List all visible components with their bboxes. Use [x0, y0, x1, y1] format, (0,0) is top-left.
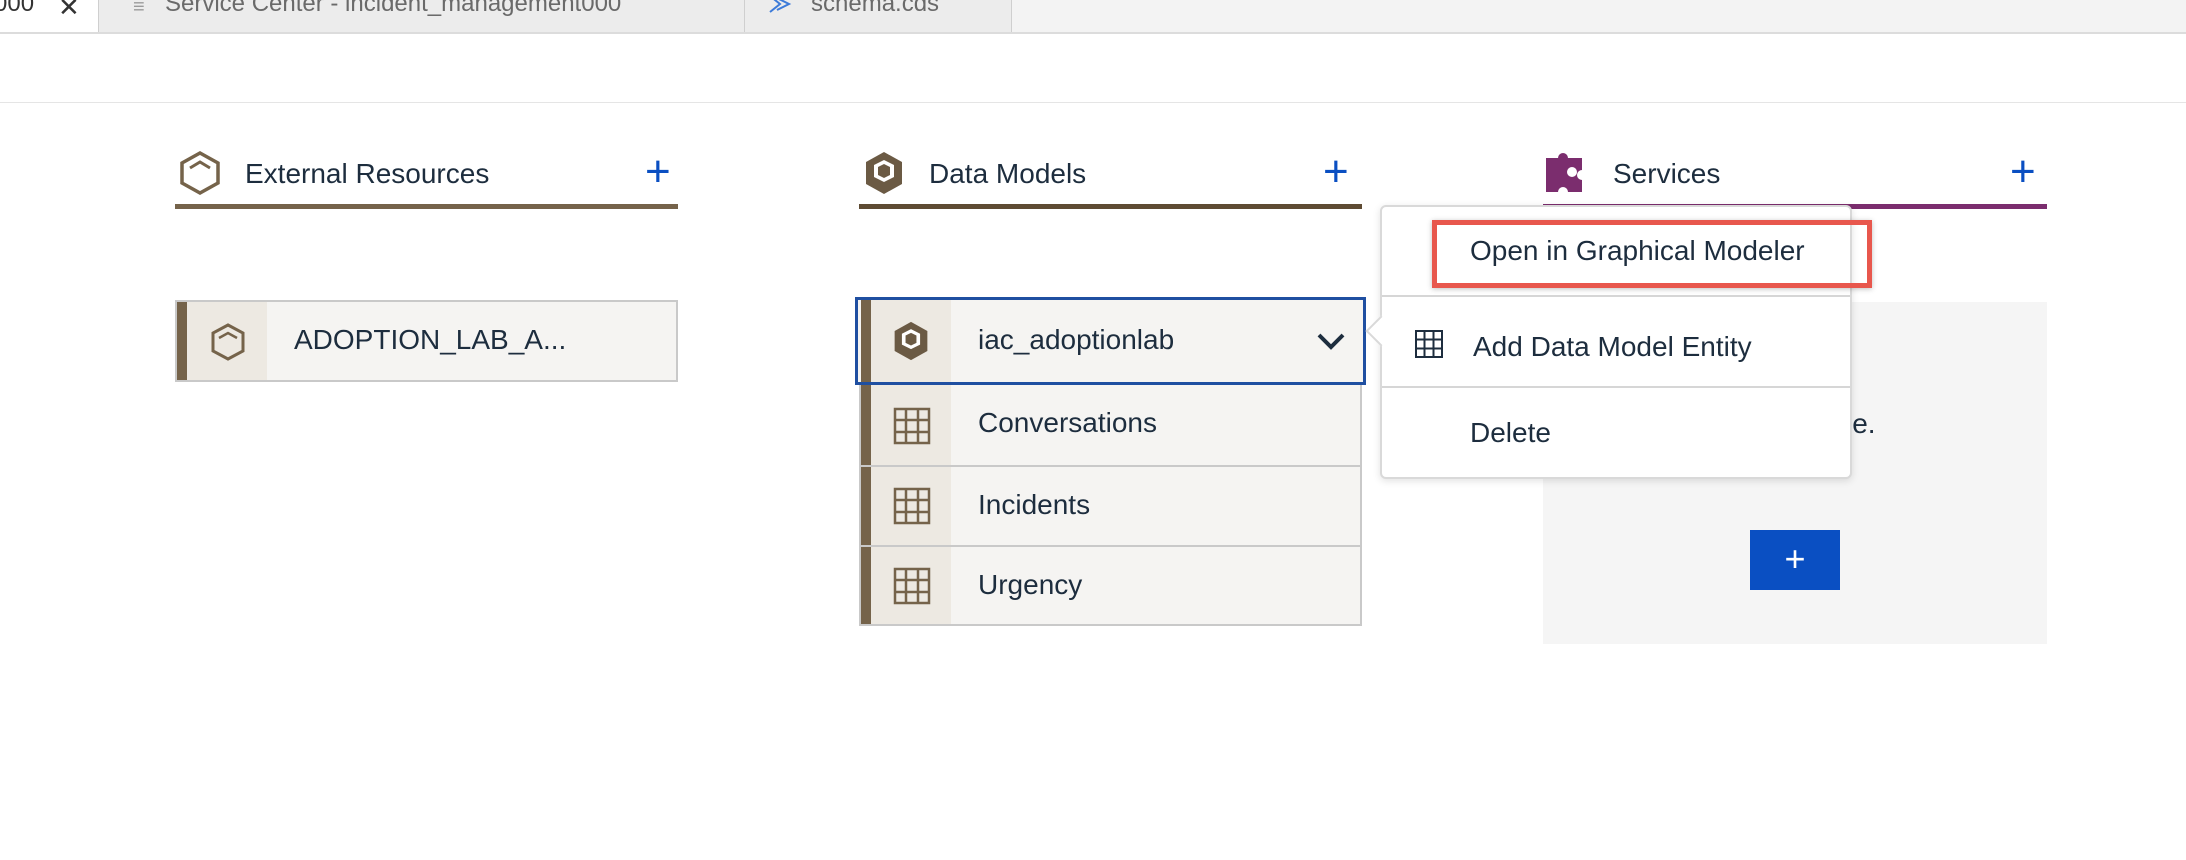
file-icon: ≡	[133, 0, 145, 18]
entity-tile[interactable]: Urgency	[859, 545, 1362, 626]
column-underline	[175, 204, 678, 209]
create-service-button[interactable]: +	[1750, 530, 1840, 590]
table-grid-icon	[893, 407, 931, 445]
data-model-name: iac_adoptionlab	[978, 324, 1175, 355]
add-service-button[interactable]: +	[2010, 150, 2036, 194]
entity-label: Conversations	[978, 407, 1157, 438]
puzzle-icon	[1546, 153, 1582, 192]
tile-accent-bar	[861, 547, 871, 624]
hexagon-outline-icon	[180, 150, 220, 196]
tile-icon-box	[871, 300, 951, 382]
close-icon[interactable]: ✕	[58, 0, 80, 23]
entity-label: Urgency	[978, 569, 1083, 600]
menu-separator	[1382, 386, 1850, 388]
highlight-annotation	[1432, 220, 1872, 288]
tile-icon-box	[871, 467, 951, 545]
external-resource-label: ADOPTION_LAB_A...	[294, 324, 567, 355]
add-data-model-button[interactable]: +	[1323, 150, 1349, 194]
toolbar-divider	[0, 102, 2186, 103]
table-grid-icon	[1415, 330, 1443, 358]
column-title: External Resources	[245, 158, 490, 189]
tile-icon-box	[187, 302, 267, 380]
tab-label: schema.cds	[811, 0, 940, 17]
editor-tab-bar: 000 ✕ ≡ Service Center - incident_manage…	[0, 0, 2186, 34]
add-external-resource-button[interactable]: +	[645, 150, 671, 194]
tile-accent-bar	[861, 300, 871, 382]
tab-label: 000	[0, 0, 35, 17]
column-underline	[859, 204, 1362, 209]
hexagon-outline-icon	[211, 323, 245, 361]
menu-item-add-data-model-entity[interactable]: Add Data Model Entity	[1473, 331, 1941, 363]
menu-item-delete[interactable]: Delete	[1470, 417, 1938, 449]
tab-current[interactable]: 000 ✕	[0, 0, 99, 32]
cds-file-icon	[769, 0, 792, 13]
tile-accent-bar	[861, 385, 871, 465]
table-grid-icon	[893, 487, 931, 525]
external-resource-tile[interactable]: ADOPTION_LAB_A...	[175, 300, 678, 382]
entity-label: Incidents	[978, 489, 1091, 520]
tile-accent-bar	[861, 467, 871, 545]
tile-icon-box	[871, 547, 951, 624]
menu-separator	[1382, 295, 1850, 297]
column-title: Data Models	[929, 158, 1087, 189]
tab-label: Service Center - incident_management000	[165, 0, 622, 17]
tile-accent-bar	[177, 302, 187, 380]
tab-schema[interactable]: schema.cds	[745, 0, 1012, 32]
popover-arrow	[1365, 315, 1397, 347]
tile-icon-box	[871, 385, 951, 465]
entity-tile[interactable]: Conversations	[859, 385, 1362, 467]
data-model-tile[interactable]: iac_adoptionlab	[855, 297, 1366, 385]
cubes-icon	[866, 152, 902, 194]
chevron-down-icon[interactable]	[1315, 330, 1347, 352]
column-title: Services	[1613, 158, 1721, 189]
table-grid-icon	[893, 567, 931, 605]
tab-service-center[interactable]: ≡ Service Center - incident_management00…	[99, 0, 745, 32]
entity-tile[interactable]: Incidents	[859, 465, 1362, 547]
cubes-icon	[894, 321, 928, 361]
